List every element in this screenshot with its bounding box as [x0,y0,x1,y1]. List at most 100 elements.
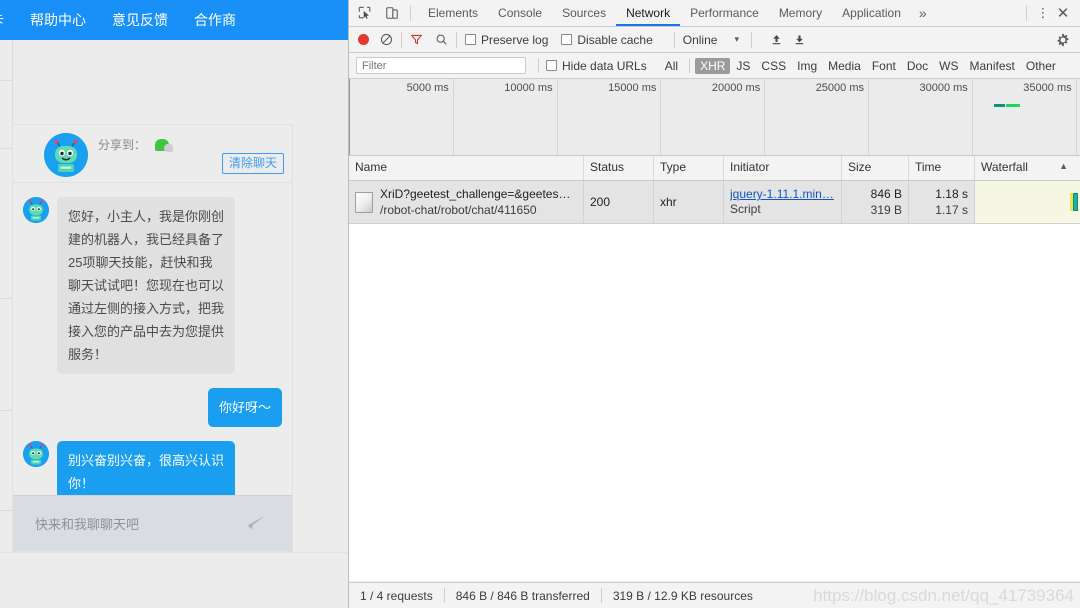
overview-tick-label: 30000 ms [919,82,968,94]
close-icon[interactable]: ✕ [1052,4,1074,22]
toolbar-divider [673,31,675,48]
cell-waterfall[interactable] [975,181,1080,223]
inspect-element-icon[interactable] [354,2,376,24]
import-har-icon[interactable] [770,33,783,46]
initiator-link[interactable]: jquery-1.11.1.min… [730,187,835,201]
devtools-panel: Elements Console Sources Network Perform… [348,0,1080,608]
robot-avatar-small [23,197,49,223]
overview-request-bar [993,104,1006,107]
filter-type-img[interactable]: Img [792,58,822,74]
size-line1: 846 B [870,187,902,201]
status-requests: 1 / 4 requests [360,588,433,603]
cell-name[interactable]: XriD?geetest_challenge=&geetes… /robot-c… [349,181,584,223]
filter-funnel-icon[interactable] [410,33,423,46]
filter-type-css[interactable]: CSS [756,58,791,74]
search-icon[interactable] [435,33,448,46]
filter-type-manifest[interactable]: Manifest [965,58,1020,74]
wechat-icon[interactable] [155,139,174,152]
devtools-window-controls: ⋮ ✕ [1019,4,1080,22]
screen: 卡 帮助中心 意见反馈 合作商 [0,0,1080,608]
chat-message-bot: 别兴奋别兴奋，很高兴认识你！ [13,441,292,503]
cell-time: 1.18 s 1.17 s [909,181,975,223]
cell-size: 846 B 319 B [842,181,909,223]
toolbar-divider [1026,5,1027,21]
tab-elements[interactable]: Elements [418,0,488,26]
request-name-line2: /robot-chat/robot/chat/411650 [380,203,537,217]
disable-cache-label: Disable cache [577,32,653,47]
chat-widget: 分享到： 清除聊天 您好，小主人，我是你刚创建的机器人，我已经具备了25项聊天技… [12,124,293,552]
column-header-type[interactable]: Type [654,156,724,180]
overview-tick-label: 5000 ms [406,82,449,94]
tab-overflow-icon[interactable]: » [911,5,935,21]
filter-type-doc[interactable]: Doc [902,58,933,74]
chat-message-list[interactable]: 您好，小主人，我是你刚创建的机器人，我已经具备了25项聊天技能，赶快和我聊天试试… [13,183,292,523]
preserve-log-checkbox[interactable]: Preserve log [465,33,548,47]
toolbar-divider [456,31,457,48]
web-page-pane: 卡 帮助中心 意见反馈 合作商 [0,0,348,608]
column-header-initiator[interactable]: Initiator [724,156,842,180]
initiator-sub: Script [730,202,761,216]
tab-console[interactable]: Console [488,0,552,26]
toolbar-divider [689,58,691,73]
toolbar-divider [750,31,752,48]
record-stop-icon[interactable] [358,34,369,45]
overview-tick-label: 25000 ms [815,82,864,94]
column-header-waterfall[interactable]: Waterfall ▲ [975,156,1080,180]
robot-avatar-small [23,441,49,467]
nav-item-help-center[interactable]: 帮助中心 [30,10,86,30]
checkbox-box[interactable] [465,33,476,45]
filter-type-ws[interactable]: WS [934,58,963,74]
checkbox-box[interactable] [546,59,557,71]
chat-input-bar[interactable]: 快来和我聊聊天吧 [13,495,292,551]
site-topbar: 卡 帮助中心 意见反馈 合作商 [0,0,348,40]
size-line2: 319 B [870,203,902,217]
disable-cache-checkbox[interactable]: Disable cache [561,32,653,47]
time-line1: 1.18 s [935,187,968,201]
throttling-select-value[interactable]: Online [683,33,718,47]
share-to-label: 分享到： [98,138,147,152]
site-body: 分享到： 清除聊天 您好，小主人，我是你刚创建的机器人，我已经具备了25项聊天技… [0,40,348,608]
hide-data-urls-label: Hide data URLs [562,58,647,73]
overview-tick-label: 35000 ms [1023,82,1072,94]
send-paper-plane-icon[interactable] [246,510,280,537]
xhr-document-icon [355,191,373,213]
nav-item-cut[interactable]: 卡 [0,10,4,30]
filter-input[interactable] [356,57,526,74]
share-to-row: 分享到： [98,136,174,153]
filter-type-js[interactable]: JS [731,58,755,74]
filter-type-other[interactable]: Other [1021,58,1061,74]
checkbox-box[interactable] [561,33,573,45]
more-options-icon[interactable]: ⋮ [1034,5,1052,21]
cell-type: xhr [654,181,724,223]
filter-type-media[interactable]: Media [823,58,866,74]
device-toolbar-icon[interactable] [381,2,403,24]
sort-ascending-icon: ▲ [1059,161,1068,171]
clear-icon[interactable] [380,33,393,46]
nav-item-feedback[interactable]: 意见反馈 [112,10,168,30]
filter-type-all[interactable]: All [660,58,683,74]
overview-request-bar [1006,104,1021,107]
filter-type-xhr[interactable]: XHR [695,57,731,74]
network-overview-timeline[interactable]: 5000 ms 10000 ms 15000 ms 20000 ms 25000… [349,79,1080,156]
clear-chat-button[interactable]: 清除聊天 [221,153,284,174]
hide-data-urls-checkbox[interactable]: Hide data URLs [546,59,647,73]
tab-memory[interactable]: Memory [769,0,832,26]
column-header-status[interactable]: Status [584,156,654,180]
column-header-time[interactable]: Time [909,156,975,180]
waterfall-bar-wait [1070,193,1073,211]
tab-performance[interactable]: Performance [680,0,769,26]
table-empty-area [349,224,1080,581]
column-header-name[interactable]: Name [349,156,584,180]
tab-network[interactable]: Network [616,0,680,26]
export-har-icon[interactable] [793,33,806,46]
chevron-down-icon[interactable]: ▾ [734,34,739,45]
nav-item-partners[interactable]: 合作商 [194,10,236,30]
tab-sources[interactable]: Sources [552,0,616,26]
devtools-tabbar: Elements Console Sources Network Perform… [349,0,1080,27]
gear-icon[interactable] [1056,33,1070,47]
table-row[interactable]: XriD?geetest_challenge=&geetes… /robot-c… [349,181,1080,224]
chat-input-placeholder[interactable]: 快来和我聊聊天吧 [13,514,246,533]
tab-application[interactable]: Application [832,0,911,26]
column-header-size[interactable]: Size [842,156,909,180]
filter-type-font[interactable]: Font [867,58,901,74]
